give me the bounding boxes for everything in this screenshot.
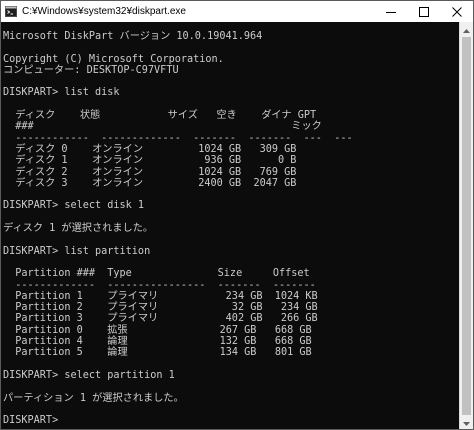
console-line: DISKPART> select partition 1	[3, 369, 175, 381]
console-line: Partition 4 論理 132 GB 668 GB	[3, 336, 312, 348]
console-line: Partition 3 プライマリ 402 GB 266 GB	[3, 313, 318, 325]
console-output: Microsoft DiskPart バージョン 10.0.19041.964 …	[1, 22, 459, 426]
scroll-up-button[interactable]	[460, 22, 473, 36]
scroll-down-button[interactable]	[460, 415, 473, 429]
console-line: コンピューター: DESKTOP-C97VFTU	[3, 64, 179, 76]
chevron-up-icon	[463, 20, 470, 38]
console-line: ディスク 1 オンライン 936 GB 0 B	[3, 155, 297, 167]
window-title: C:¥Windows¥system32¥diskpart.exe	[22, 6, 186, 17]
maximize-icon	[418, 6, 429, 17]
close-button[interactable]	[440, 1, 473, 22]
title-bar[interactable]: C:¥Windows¥system32¥diskpart.exe	[1, 1, 473, 22]
console-line: ディスク 2 オンライン 1024 GB 769 GB	[3, 166, 297, 178]
console-line: Partition 5 論理 134 GB 801 GB	[3, 347, 312, 359]
diskpart-console-window: C:¥Windows¥system32¥diskpart.exe Microso…	[0, 0, 474, 430]
console-icon	[5, 6, 17, 18]
console-line: Copyright (C) Microsoft Corporation.	[3, 53, 224, 65]
console-line: ディスク 状態 サイズ 空き ダイナ GPT	[3, 110, 317, 122]
console-line: ------------- ---------------- ------- -…	[3, 279, 316, 291]
console-line: Partition 0 拡張 267 GB 668 GB	[3, 324, 312, 336]
console-line: DISKPART>	[3, 415, 65, 427]
console-area[interactable]: Microsoft DiskPart バージョン 10.0.19041.964 …	[1, 22, 459, 429]
console-line: ディスク 3 オンライン 2400 GB 2047 GB	[3, 177, 297, 189]
console-line: Partition 2 プライマリ 32 GB 234 GB	[3, 302, 318, 314]
console-line: DISKPART> select disk 1	[3, 200, 145, 212]
scrollbar-thumb[interactable]	[462, 37, 471, 415]
console-line: パーティション 1 が選択されました。	[3, 392, 184, 404]
console-line: Partition 1 プライマリ 234 GB 1024 KB	[3, 290, 318, 302]
maximize-button[interactable]	[407, 1, 440, 22]
console-line: DISKPART> list partition	[3, 245, 151, 257]
console-line: ### ミック	[3, 121, 322, 133]
close-icon	[451, 6, 462, 17]
console-line: DISKPART> list disk	[3, 87, 120, 99]
console-line: ------------ ------------- ------- -----…	[3, 132, 353, 144]
console-line: Partition ### Type Size Offset	[3, 268, 310, 280]
console-line: Microsoft DiskPart バージョン 10.0.19041.964	[3, 31, 263, 42]
vertical-scrollbar[interactable]	[459, 22, 473, 429]
console-line: ディスク 0 オンライン 1024 GB 309 GB	[3, 143, 297, 155]
minimize-button[interactable]	[374, 1, 407, 22]
minimize-icon	[385, 7, 396, 17]
console-line: ディスク 1 が選択されました。	[3, 223, 154, 235]
chevron-down-icon	[463, 413, 470, 430]
